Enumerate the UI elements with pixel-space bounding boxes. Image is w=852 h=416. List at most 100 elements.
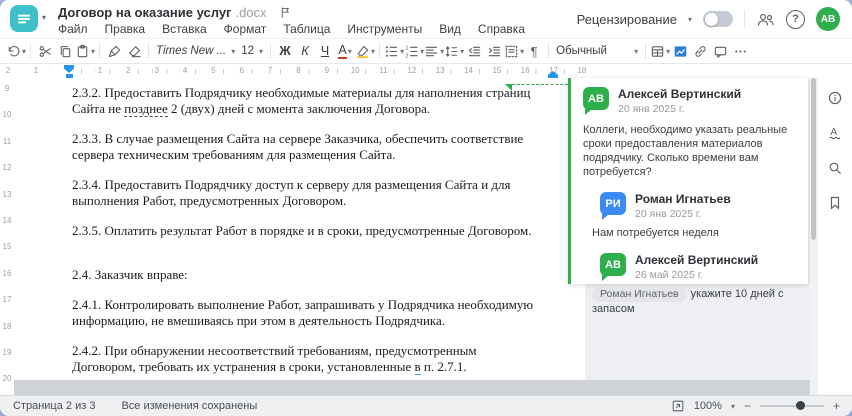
font-family-select[interactable]: Times New ... ▾ (153, 45, 238, 57)
mention-chip[interactable]: Роман Игнатьев (592, 287, 687, 302)
numbered-list-button[interactable]: 12 ▾ (404, 40, 424, 62)
first-line-indent-marker[interactable] (64, 65, 74, 73)
zoom-slider-knob[interactable] (795, 401, 805, 410)
review-mode-label[interactable]: Рецензирование (577, 12, 677, 27)
comment-anchor-icon (505, 84, 512, 91)
paragraph[interactable]: 2.4.1. Контролировать выполнение Работ, … (72, 297, 536, 328)
logo-menu-caret-icon[interactable]: ▾ (42, 13, 46, 22)
comment-thread-card[interactable]: АВ Алексей Вертинский 20 янв 2025 г. Кол… (568, 78, 808, 315)
vertical-ruler[interactable]: 9 10 11 12 13 14 15 16 17 18 19 20 (0, 78, 14, 395)
paste-button[interactable]: ▾ (75, 40, 95, 62)
paragraph[interactable]: 2.3.2. Предоставить Подрядчику необходим… (72, 85, 536, 117)
user-avatar[interactable]: АВ (816, 7, 840, 31)
menu-item-edit[interactable]: Правка (105, 22, 146, 36)
fit-page-icon[interactable] (671, 399, 685, 413)
increase-indent-button[interactable] (484, 40, 504, 62)
highlight-caret-icon[interactable]: ▾ (371, 47, 375, 56)
insert-image-button[interactable] (670, 40, 690, 62)
undo-button[interactable]: ▾ (6, 40, 26, 62)
svg-text:А: А (830, 127, 837, 138)
line-spacing-button[interactable]: ▾ (444, 40, 464, 62)
svg-text:2: 2 (405, 53, 408, 58)
zoom-caret-icon[interactable]: ▾ (731, 402, 735, 411)
flag-icon[interactable] (279, 6, 292, 19)
document-extension: .docx (235, 4, 267, 20)
spellcheck-icon[interactable]: А (823, 121, 847, 145)
font-size-value: 12 (241, 45, 255, 57)
search-icon[interactable] (823, 156, 847, 180)
ruler-number: 17 (2, 295, 12, 305)
comment-1[interactable]: АВ Алексей Вертинский 20 янв 2025 г. (583, 87, 797, 115)
ruler-number: 13 (433, 66, 447, 75)
clear-formatting-button[interactable] (124, 40, 144, 62)
format-painter-button[interactable] (104, 40, 124, 62)
insert-comment-button[interactable] (710, 40, 730, 62)
paragraph[interactable]: 2.3.3. В случае размещения Сайта на серв… (72, 131, 536, 162)
menu-item-help[interactable]: Справка (478, 22, 525, 36)
document-text[interactable]: 2.3.2. Предоставить Подрядчику необходим… (72, 78, 536, 389)
bold-button[interactable]: Ж (275, 40, 295, 62)
italic-button[interactable]: К (295, 40, 315, 62)
ruler-number: 7 (265, 66, 275, 75)
menu-item-table[interactable]: Таблица (283, 22, 330, 36)
status-bar: Страница 2 из 3 Все изменения сохранены … (0, 395, 852, 416)
scrollbar-thumb[interactable] (811, 78, 816, 240)
bullet-list-button[interactable]: ▾ (384, 40, 404, 62)
ruler-number: 2 (3, 66, 13, 75)
review-mode-caret-icon[interactable]: ▾ (688, 15, 692, 24)
menu-item-view[interactable]: Вид (439, 22, 461, 36)
comment-author-name: Роман Игнатьев (635, 192, 731, 206)
ruler-number: 2 (124, 66, 133, 75)
insert-link-button[interactable] (690, 40, 710, 62)
paragraph[interactable]: 2.4. Заказчик вправе: (72, 267, 536, 283)
ruler-number: 3 (152, 66, 161, 75)
paragraph[interactable]: 2.3.5. Оплатить результат Работ в порядк… (72, 223, 536, 239)
zoom-in-button[interactable]: + (833, 400, 840, 412)
document-title[interactable]: Договор на оказание услуг (58, 5, 231, 20)
collaborators-icon[interactable] (756, 11, 775, 28)
toolbar: ▾ ▾ Times New ... ▾ 12 ▾ Ж К Ч А ▾ ▾ ▾ 1… (0, 38, 852, 64)
app-logo-icon[interactable] (10, 5, 38, 32)
insert-table-button[interactable]: ▾ (650, 40, 670, 62)
ruler-number: 19 (2, 348, 12, 357)
paste-caret-icon[interactable]: ▾ (91, 47, 95, 56)
menu-item-tools[interactable]: Инструменты (347, 22, 422, 36)
header-right: Рецензирование ▾ ? АВ (577, 0, 840, 38)
menu-item-insert[interactable]: Вставка (162, 22, 207, 36)
vertical-scrollbar[interactable] (810, 78, 817, 395)
review-toggle[interactable] (703, 11, 733, 27)
undo-caret-icon[interactable]: ▾ (22, 47, 26, 56)
paragraph[interactable]: 2.4.2. При обнаружении несоответствий тр… (72, 343, 536, 375)
highlight-color-button[interactable]: ▾ (355, 40, 375, 62)
paragraph[interactable]: 2.3.4. Предоставить Подрядчику доступ к … (72, 177, 536, 208)
menu-item-file[interactable]: Файл (58, 22, 88, 36)
comment-3[interactable]: АВ Алексей Вертинский 26 май 2025 г. Ром… (592, 253, 797, 316)
more-tools-button[interactable] (730, 40, 750, 62)
zoom-level[interactable]: 100% (694, 400, 722, 412)
decrease-indent-button[interactable] (464, 40, 484, 62)
text-segment: 2.3.4. Предоставить Подрядчику доступ к … (72, 177, 511, 208)
menu-item-format[interactable]: Формат (224, 22, 267, 36)
font-color-button[interactable]: А ▾ (335, 40, 355, 62)
left-indent-marker[interactable] (66, 74, 73, 78)
show-formatting-marks-button[interactable]: ¶ (524, 40, 544, 62)
horizontal-ruler[interactable]: 2 1 1 2 3 4 5 6 7 8 9 10 11 12 13 14 15 16 17 18 (0, 64, 852, 78)
cut-button[interactable] (35, 40, 55, 62)
bookmark-icon[interactable] (823, 191, 847, 215)
underline-button[interactable]: Ч (315, 40, 335, 62)
paragraph-settings-button[interactable]: ▾ (504, 40, 524, 62)
paragraph-style-select[interactable]: Обычный ▾ (553, 45, 641, 57)
comment-author-avatar: АВ (600, 253, 626, 281)
font-size-select[interactable]: 12 ▾ (238, 45, 266, 57)
ruler-number: 18 (575, 66, 589, 75)
copy-button[interactable] (55, 40, 75, 62)
page-indicator[interactable]: Страница 2 из 3 (13, 400, 95, 412)
comment-2[interactable]: РИ Роман Игнатьев 20 янв 2025 г. Нам пот… (592, 192, 797, 240)
ruler-number: 16 (2, 268, 12, 278)
align-button[interactable]: ▾ (424, 40, 444, 62)
help-icon[interactable]: ? (786, 9, 805, 29)
zoom-slider[interactable] (759, 401, 824, 410)
zoom-out-button[interactable]: − (744, 400, 751, 412)
font-color-caret-icon[interactable]: ▾ (348, 47, 352, 56)
info-icon[interactable] (823, 86, 847, 110)
